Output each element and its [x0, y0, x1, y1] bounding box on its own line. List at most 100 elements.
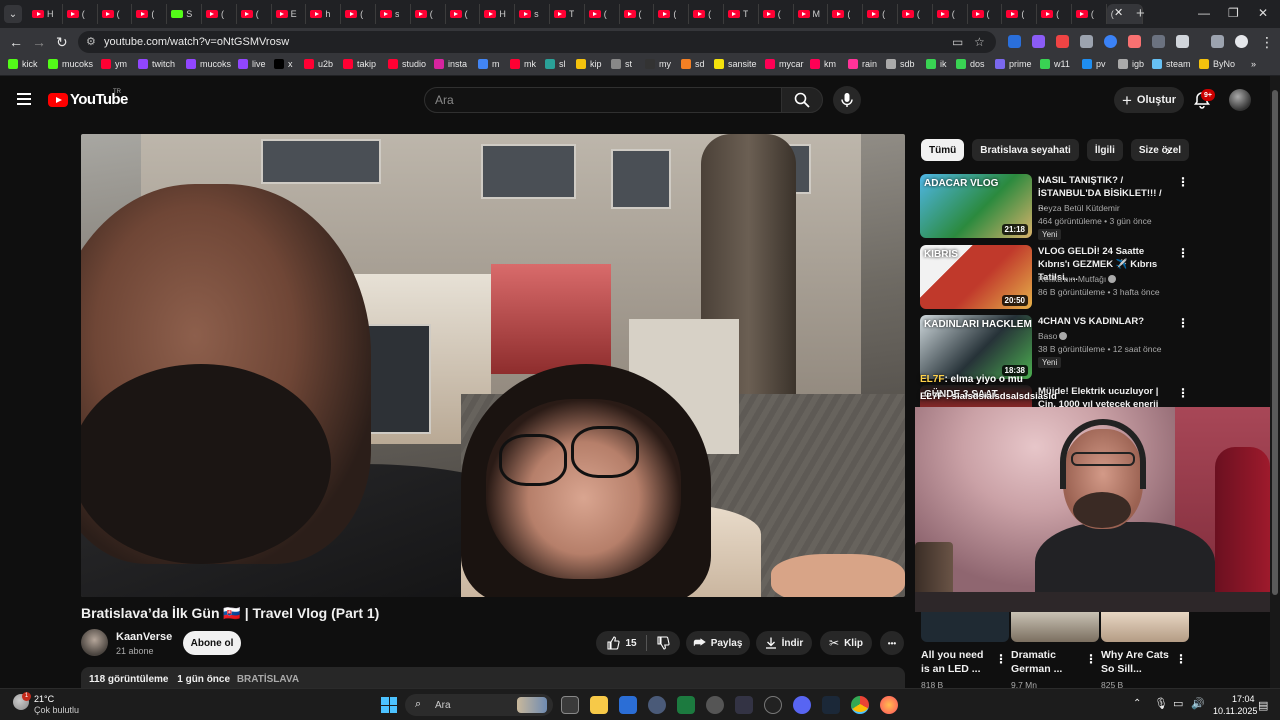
chevron-up-icon[interactable]: ⌃: [1133, 698, 1141, 709]
browser-tab[interactable]: s: [515, 4, 550, 24]
short-card[interactable]: Dramatic German ... 9.7 Mn ⋮: [1011, 612, 1099, 692]
create-button[interactable]: + Oluştur: [1114, 87, 1184, 113]
maximize-button[interactable]: ❐: [1228, 6, 1239, 20]
channel-name[interactable]: Baso: [1038, 331, 1068, 341]
weather-description[interactable]: Çok bulutlu: [34, 705, 79, 715]
voice-search-button[interactable]: [833, 86, 861, 114]
channel-name[interactable]: KaanVerse: [116, 631, 172, 643]
taskbar-search[interactable]: ⌕ Ara: [405, 694, 553, 716]
search-field[interactable]: [424, 87, 782, 113]
video-thumbnail[interactable]: ADACAR VLOG 21:18: [920, 174, 1032, 238]
browser-tab[interactable]: M: [794, 4, 829, 24]
bookmark-item[interactable]: w11: [1040, 59, 1070, 69]
extension-icon[interactable]: [1008, 35, 1021, 48]
browser-tab[interactable]: (: [933, 4, 968, 24]
reading-list-icon[interactable]: [1211, 35, 1224, 48]
short-card[interactable]: Why Are Cats So Sill... 825 B ⋮: [1101, 612, 1189, 692]
bookmark-item[interactable]: dos: [956, 59, 985, 69]
recommended-video[interactable]: KADINLARI HACKLEM 18:38 4CHAN VS KADINLAR?…: [920, 315, 1189, 379]
browser-tab[interactable]: T: [550, 4, 585, 24]
bookmark-item[interactable]: ByNo: [1199, 59, 1235, 69]
video-thumbnail[interactable]: KIBRIS 20:50: [920, 245, 1032, 309]
more-options-icon[interactable]: ⋮: [1175, 652, 1187, 666]
more-bookmarks-icon[interactable]: »: [1251, 59, 1256, 69]
site-info-icon[interactable]: ⚙: [86, 35, 96, 48]
browser-tab[interactable]: (: [202, 4, 237, 24]
browser-tab[interactable]: (: [63, 4, 98, 24]
profile-icon[interactable]: [1235, 35, 1248, 48]
short-card[interactable]: All you need is an LED ... 818 B ⋮: [921, 612, 1009, 692]
channel-name[interactable]: Beyza Betül Kütdemir: [1038, 203, 1120, 213]
app-icon[interactable]: [735, 696, 753, 714]
video-title[interactable]: 4CHAN VS KADINLAR?: [1038, 315, 1166, 328]
chevron-right-icon[interactable]: ›: [1166, 142, 1171, 158]
browser-tab[interactable]: (: [898, 4, 933, 24]
bookmark-item[interactable]: mucoks: [186, 59, 231, 69]
close-window-button[interactable]: ✕: [1258, 6, 1268, 20]
minimize-button[interactable]: —: [1198, 6, 1210, 20]
browser-tab[interactable]: H: [480, 4, 516, 24]
more-options-icon[interactable]: ⋮: [1177, 246, 1189, 260]
bookmark-item[interactable]: rain: [848, 59, 877, 69]
search-button[interactable]: [781, 87, 823, 113]
download-button[interactable]: İndir: [756, 631, 812, 655]
bookmark-item[interactable]: sansite: [714, 59, 757, 69]
address-bar[interactable]: ⚙ youtube.com/watch?v=oNtGSMVrosw ▭ ☆: [78, 31, 996, 53]
share-button[interactable]: ⮫ Paylaş: [686, 631, 750, 655]
bookmark-item[interactable]: twitch: [138, 59, 175, 69]
browser-tab[interactable]: (: [1002, 4, 1038, 24]
browser-tab[interactable]: H: [28, 4, 63, 24]
more-options-icon[interactable]: ⋮: [1177, 175, 1189, 189]
extension-icon[interactable]: [1128, 35, 1141, 48]
account-avatar[interactable]: [1229, 89, 1251, 111]
file-explorer-icon[interactable]: [590, 696, 608, 714]
steam-icon[interactable]: [822, 696, 840, 714]
menu-icon[interactable]: [17, 93, 31, 105]
filter-chip[interactable]: Tümü: [921, 139, 965, 161]
extensions-puzzle-icon[interactable]: [1176, 35, 1189, 48]
browser-tab[interactable]: S: [167, 4, 202, 24]
browser-tab[interactable]: (: [341, 4, 376, 24]
bookmark-item[interactable]: my: [645, 59, 671, 69]
subscribe-button[interactable]: Abone ol: [183, 631, 241, 655]
app-icon[interactable]: [764, 696, 782, 714]
browser-tab[interactable]: (: [237, 4, 272, 24]
browser-tab[interactable]: T: [724, 4, 759, 24]
bookmark-item[interactable]: st: [611, 59, 632, 69]
clip-button[interactable]: ✂ Klip: [820, 631, 872, 655]
bookmark-item[interactable]: live: [238, 59, 266, 69]
browser-tab[interactable]: (: [689, 4, 724, 24]
bookmark-item[interactable]: studio: [388, 59, 426, 69]
url-text[interactable]: youtube.com/watch?v=oNtGSMVrosw: [104, 36, 289, 48]
bookmark-item[interactable]: igb: [1118, 59, 1144, 69]
browser-tab[interactable]: (: [98, 4, 133, 24]
extension-icon[interactable]: [1152, 35, 1165, 48]
extension-icon[interactable]: [1056, 35, 1069, 48]
browser-tab[interactable]: (: [585, 4, 620, 24]
short-title[interactable]: Why Are Cats So Sill...: [1101, 648, 1173, 676]
browser-tab[interactable]: (: [1037, 4, 1072, 24]
xbox-icon[interactable]: [677, 696, 695, 714]
bookmark-item[interactable]: takip: [343, 59, 376, 69]
filter-chip[interactable]: Bratislava seyahati: [972, 139, 1079, 161]
recommended-video[interactable]: ADACAR VLOG 21:18 NASIL TANIŞTIK? / İSTANB…: [920, 174, 1189, 240]
browser-tab[interactable]: (: [1072, 4, 1107, 24]
bookmark-item[interactable]: km: [810, 59, 836, 69]
forward-icon[interactable]: →: [32, 34, 46, 50]
short-thumbnail[interactable]: [1011, 612, 1099, 642]
browser-tab[interactable]: (: [620, 4, 655, 24]
bookmark-item[interactable]: mucoks: [48, 59, 93, 69]
bookmark-item[interactable]: mk: [510, 59, 536, 69]
filter-chip[interactable]: İlgili: [1086, 139, 1123, 161]
extension-icon[interactable]: [1104, 35, 1117, 48]
browser-tab[interactable]: (: [654, 4, 690, 24]
bookmark-item[interactable]: pv: [1082, 59, 1106, 69]
tab-search-button[interactable]: ⌄: [4, 5, 22, 23]
browser-tab[interactable]: (: [863, 4, 898, 24]
short-title[interactable]: All you need is an LED ...: [921, 648, 993, 676]
hashtag[interactable]: BRATİSLAVA: [237, 674, 299, 685]
more-options-icon[interactable]: ⋮: [1177, 386, 1189, 400]
chrome-icon[interactable]: [851, 696, 869, 714]
browser-tab[interactable]: E: [272, 4, 307, 24]
channel-avatar[interactable]: [81, 629, 108, 656]
